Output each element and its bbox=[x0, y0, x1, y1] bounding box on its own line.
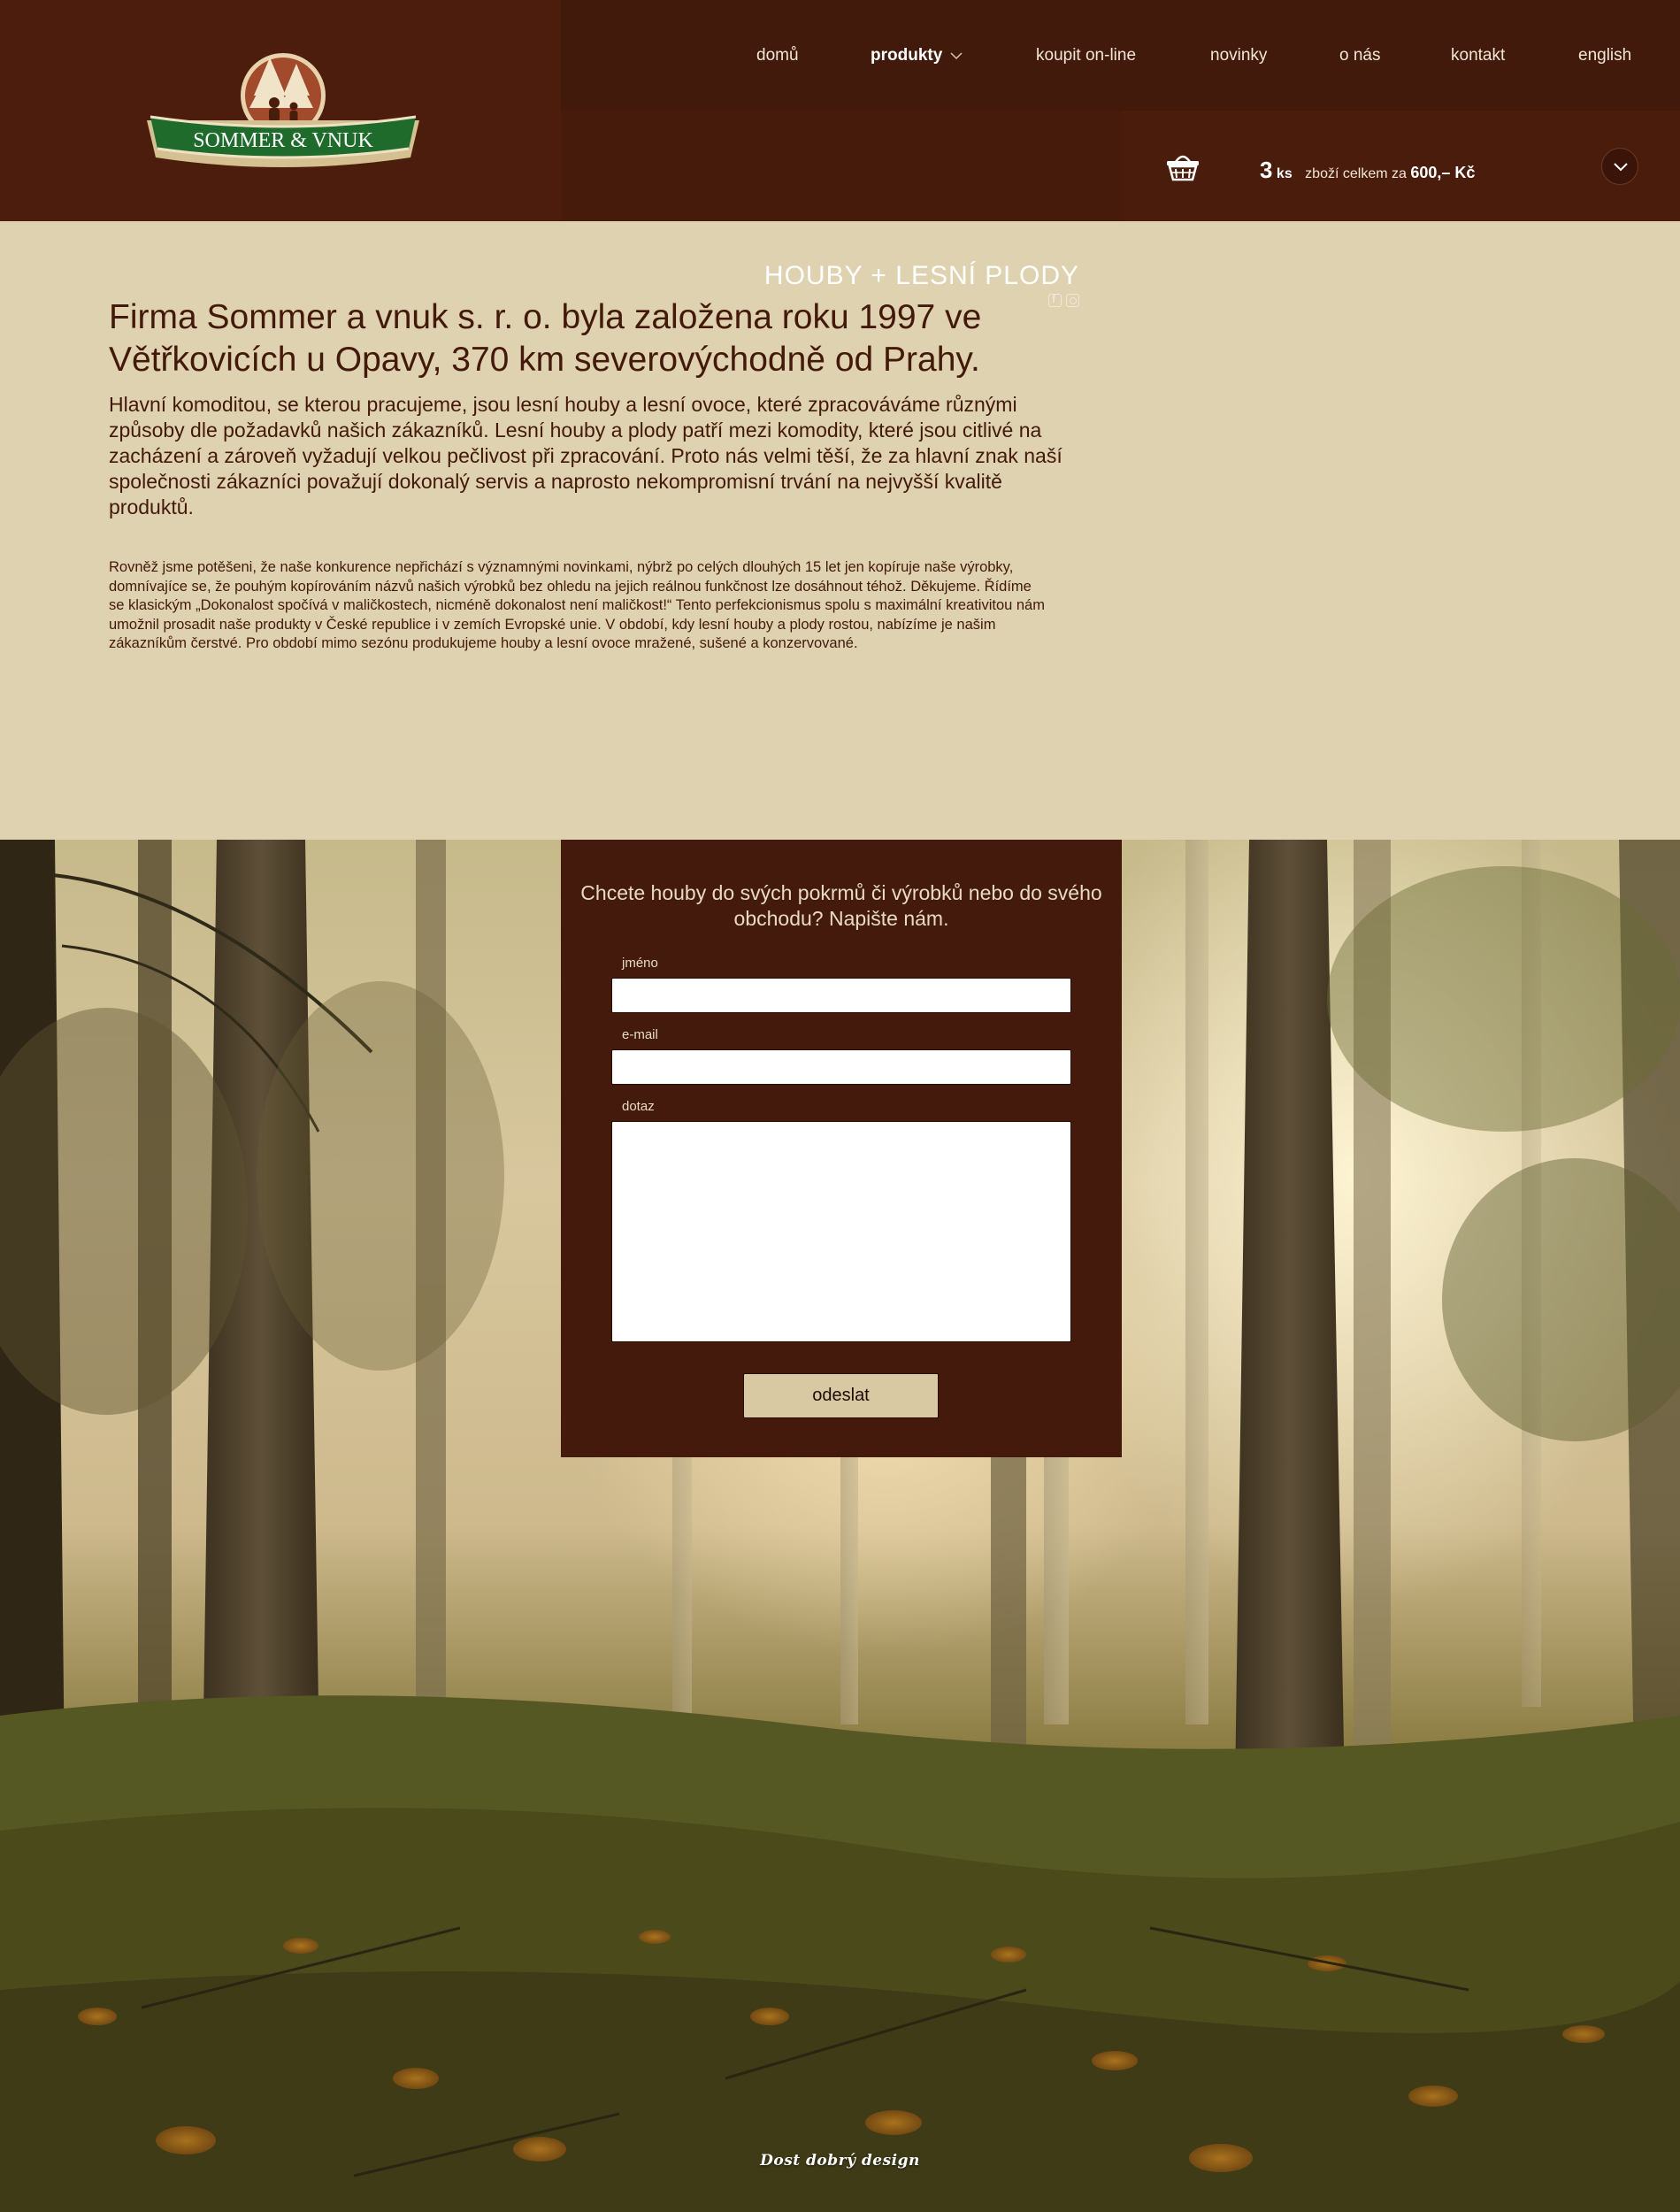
name-input[interactable] bbox=[611, 978, 1071, 1013]
question-textarea[interactable] bbox=[611, 1121, 1071, 1342]
design-credit[interactable]: Dost dobrý design bbox=[0, 2152, 1680, 2170]
email-input[interactable] bbox=[611, 1049, 1071, 1085]
main-nav: domů produkty koupit on-line novinky o n… bbox=[561, 0, 1680, 111]
intro-section: Firma Sommer a vnuk s. r. o. byla založe… bbox=[109, 296, 1073, 654]
submit-button[interactable]: odeslat bbox=[743, 1373, 939, 1418]
name-label: jméno bbox=[622, 956, 658, 971]
nav-item-o-nas[interactable]: o nás bbox=[1339, 46, 1380, 67]
chevron-down-icon bbox=[1614, 163, 1628, 172]
logo-block: SOMMER & VNUK bbox=[0, 0, 561, 221]
cart-summary: 3 ks zboží celkem za 600,– Kč bbox=[1122, 111, 1680, 221]
question-label: dotaz bbox=[622, 1099, 655, 1114]
intro-lead: Hlavní komoditou, se kterou pracujeme, j… bbox=[109, 393, 1062, 518]
email-label: e-mail bbox=[622, 1027, 658, 1042]
tagline-area: HOUBY + LESNÍ PLODY bbox=[561, 111, 1122, 307]
cart-dropdown-button[interactable] bbox=[1601, 148, 1638, 185]
nav-item-kontakt[interactable]: kontakt bbox=[1451, 46, 1505, 67]
contact-form: Chcete houby do svých pokrmů či výrobků … bbox=[561, 840, 1122, 1457]
site-tagline: HOUBY + LESNÍ PLODY bbox=[763, 261, 1079, 290]
chevron-down-icon bbox=[949, 46, 963, 65]
nav-item-koupit-online[interactable]: koupit on-line bbox=[1036, 46, 1136, 67]
logo-text: SOMMER & VNUK bbox=[193, 129, 373, 152]
cart-count: 3 bbox=[1260, 157, 1273, 183]
basket-icon[interactable] bbox=[1165, 151, 1201, 181]
cart-total: 600,– Kč bbox=[1410, 164, 1476, 181]
sommer-vnuk-logo[interactable]: SOMMER & VNUK bbox=[142, 44, 425, 177]
contact-form-title: Chcete houby do svých pokrmů či výrobků … bbox=[580, 881, 1102, 930]
nav-item-domu[interactable]: domů bbox=[756, 46, 799, 67]
cart-unit: ks bbox=[1276, 166, 1293, 181]
nav-item-novinky[interactable]: novinky bbox=[1210, 46, 1267, 67]
cart-info[interactable]: 3 ks zboží celkem za 600,– Kč bbox=[1260, 157, 1475, 184]
cart-text: zboží celkem za bbox=[1305, 166, 1407, 181]
intro-body: Rovněž jsme potěšeni, že naše konkurence… bbox=[109, 559, 1045, 651]
nav-item-produkty[interactable]: produkty bbox=[871, 46, 963, 67]
nav-item-label: produkty bbox=[871, 46, 943, 65]
intro-heading: Firma Sommer a vnuk s. r. o. byla založe… bbox=[109, 298, 982, 379]
nav-item-english[interactable]: english bbox=[1578, 46, 1631, 67]
site-header: SOMMER & VNUK domů produkty koupit on-li… bbox=[0, 0, 1680, 307]
